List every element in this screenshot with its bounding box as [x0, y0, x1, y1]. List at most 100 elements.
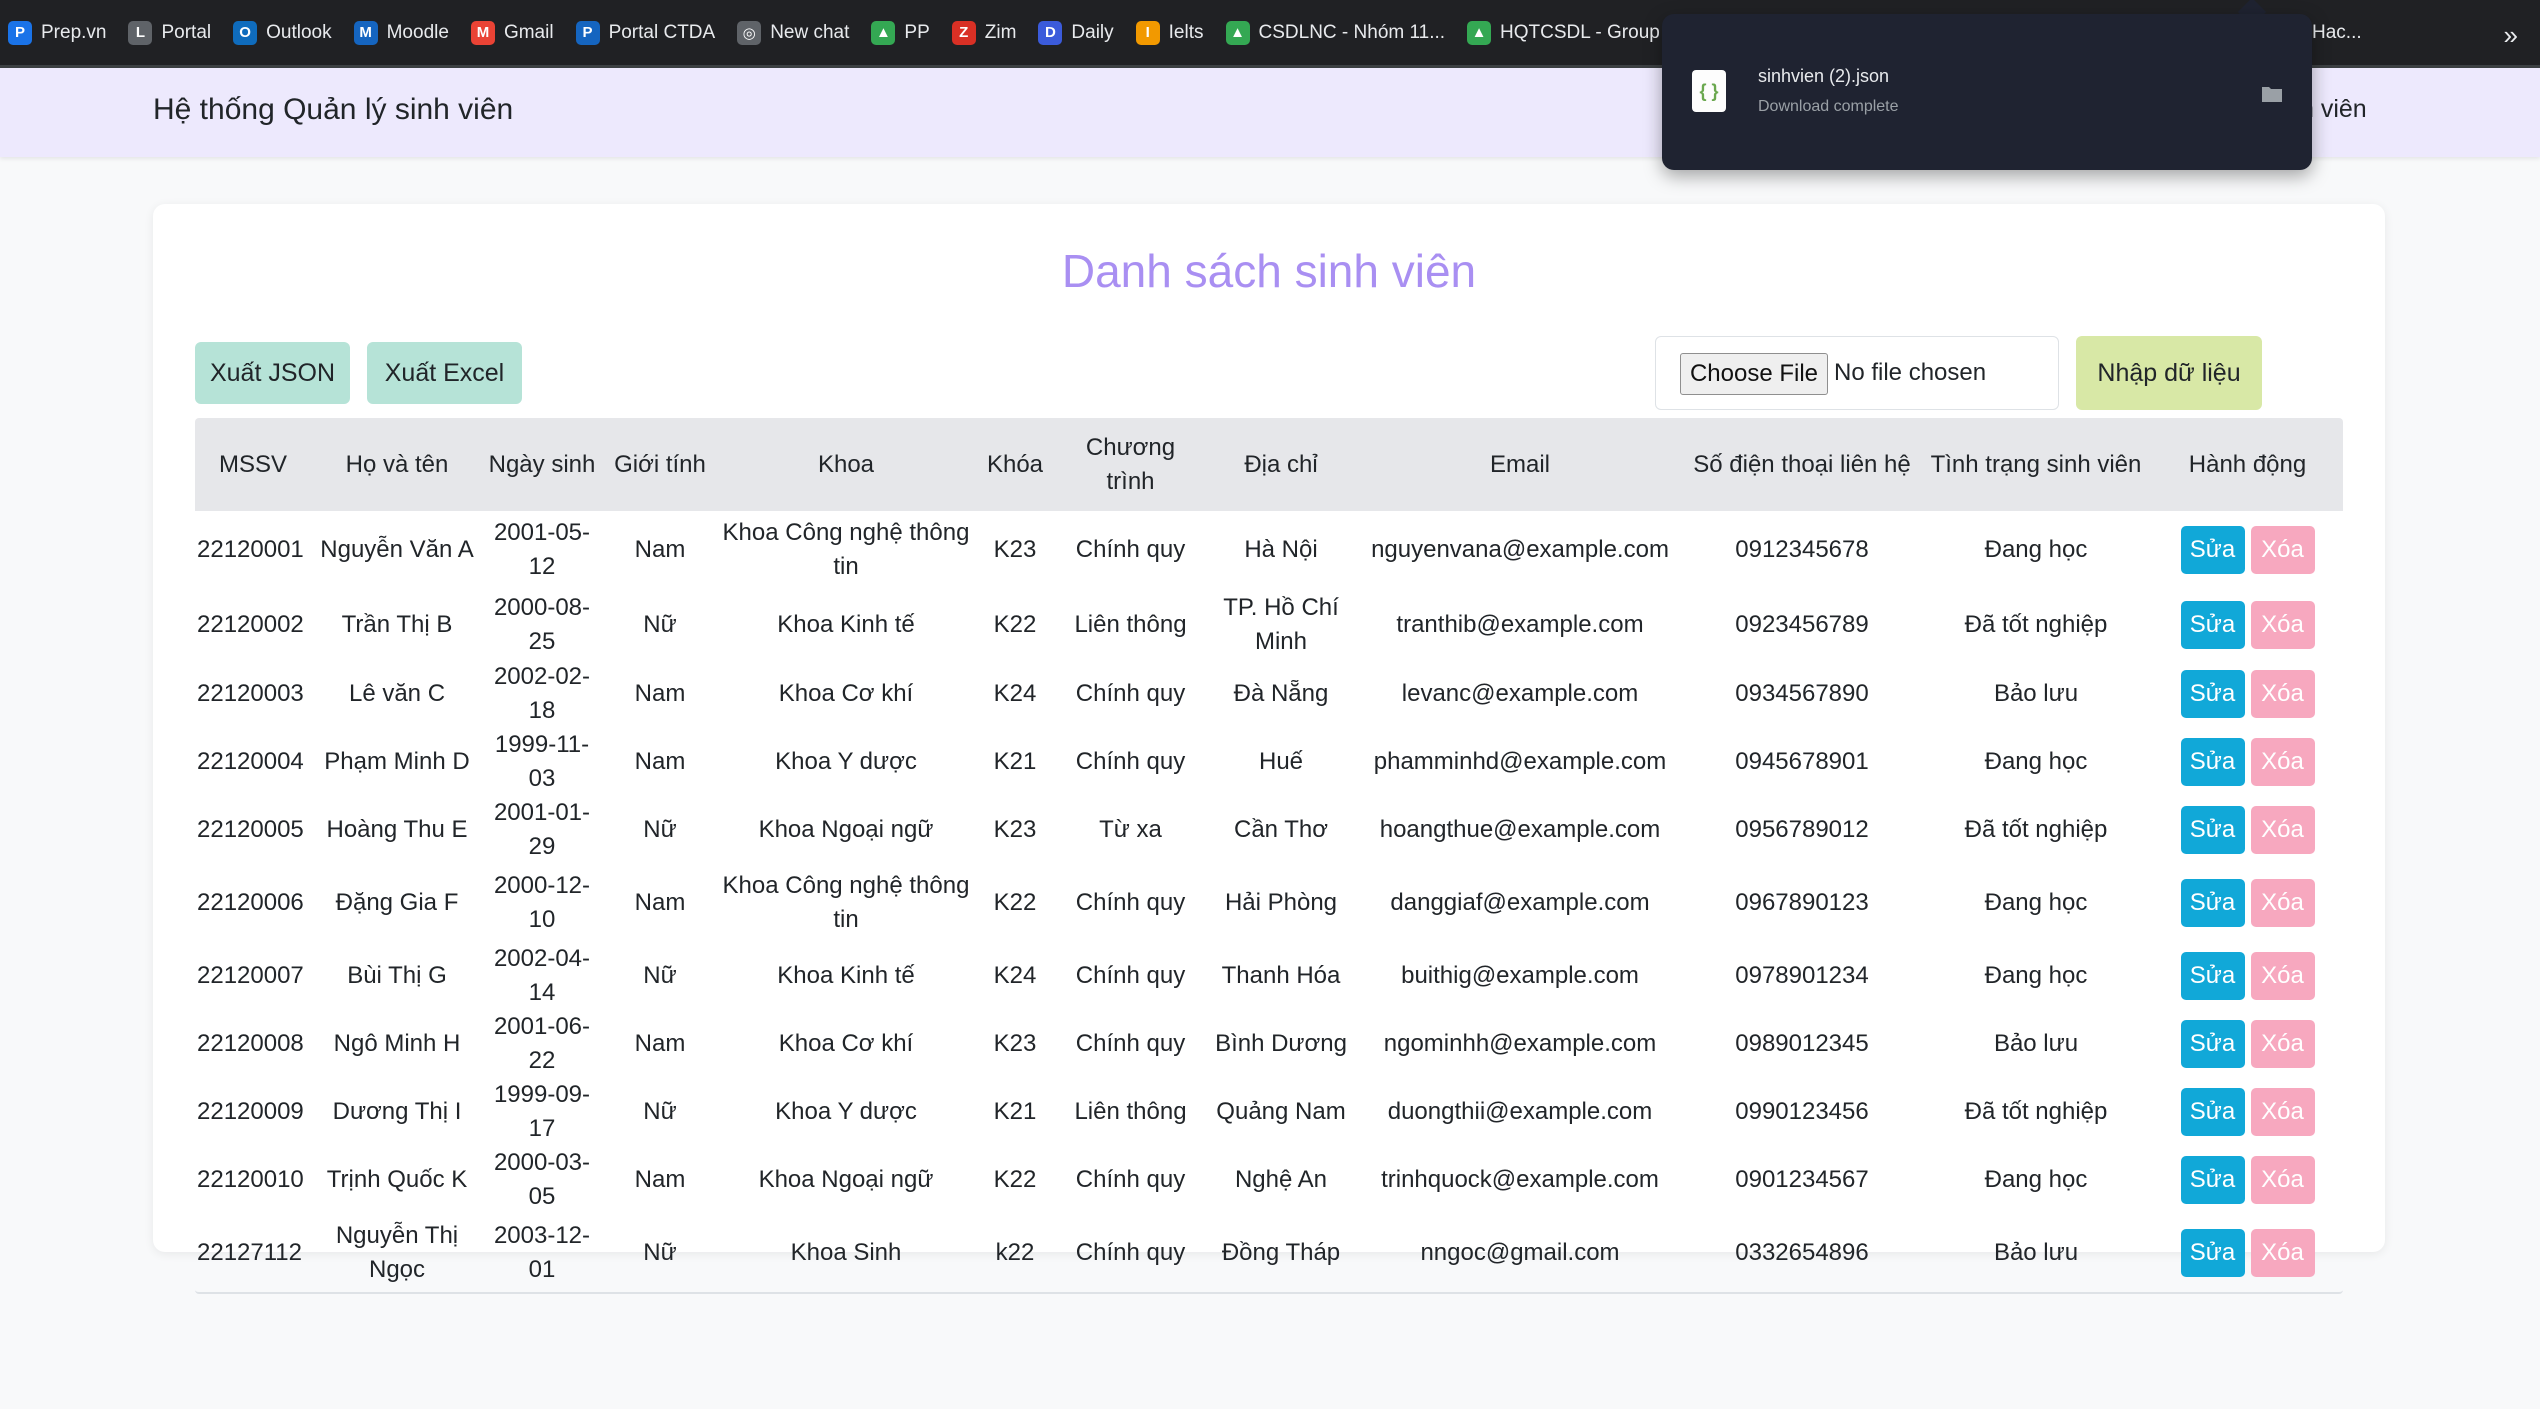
cell-phone: 0912345678 [1735, 536, 1869, 563]
cell-name: Nguyễn Văn A [320, 536, 474, 563]
row-actions: Sửa Xóa [2156, 738, 2339, 786]
bookmark-item[interactable]: P Prep.vn [8, 20, 106, 45]
edit-button[interactable]: Sửa [2180, 879, 2245, 927]
cell-actions: Sửa Xóa [2152, 796, 2343, 864]
edit-button[interactable]: Sửa [2180, 952, 2245, 1000]
cell-phone: 0956789012 [1735, 816, 1869, 843]
cell-email: duongthii@example.com [1387, 1098, 1653, 1125]
cell-faculty: Khoa Công nghệ thông tin [722, 519, 970, 580]
cell-dob: 2001-06-22 [493, 1013, 591, 1074]
edit-button[interactable]: Sửa [2180, 526, 2245, 574]
cell-address: Đồng Tháp [1221, 1239, 1341, 1266]
bookmark-item[interactable]: ◎ New chat [737, 20, 849, 45]
cell-dob: 2000-08-25 [493, 593, 591, 655]
bookmark-item[interactable]: L Portal [128, 20, 212, 45]
bookmark-favicon-icon: P [8, 20, 32, 45]
bookmark-item[interactable]: ▲ CSDLNC - Nhóm 11... [1225, 20, 1445, 45]
file-input[interactable]: Choose File No file chosen [1655, 336, 2059, 410]
cell-status: Đã tốt nghiệp [1964, 610, 2108, 638]
download-filename[interactable]: sinhvien (2).json [1758, 66, 1889, 87]
bookmark-item[interactable]: M Moodle [353, 20, 449, 45]
delete-button[interactable]: Xóa [2250, 1020, 2315, 1068]
cell-phone: 0978901234 [1735, 962, 1869, 989]
edit-button[interactable]: Sửa [2180, 738, 2245, 786]
cell-mssv: 22120005 [197, 816, 304, 843]
cell-name: Bùi Thị G [347, 962, 447, 989]
cell-status: Đã tốt nghiệp [1964, 1098, 2108, 1125]
delete-button[interactable]: Xóa [2250, 879, 2315, 927]
delete-button[interactable]: Xóa [2250, 738, 2315, 786]
bookmark-item[interactable]: ▲ PP [871, 20, 930, 45]
bookmark-favicon-icon: I [1135, 20, 1160, 45]
delete-button[interactable]: Xóa [2250, 1088, 2315, 1136]
edit-button[interactable]: Sửa [2180, 1088, 2245, 1136]
cell-status: Đang học [1984, 536, 2088, 563]
cell-faculty: Khoa Cơ khí [778, 680, 914, 707]
delete-button[interactable]: Xóa [2250, 526, 2315, 574]
cell-mssv: 22127112 [197, 1239, 302, 1266]
cell-program: Chính quy [1075, 748, 1186, 775]
cell-mssv: 22120002 [197, 610, 304, 638]
delete-button[interactable]: Xóa [2250, 1156, 2315, 1204]
cell-program: Chính quy [1075, 536, 1186, 563]
delete-button[interactable]: Xóa [2250, 806, 2315, 854]
bookmark-label: Portal [161, 21, 212, 43]
delete-button[interactable]: Xóa [2250, 1229, 2315, 1277]
cell-cohort: K24 [993, 962, 1037, 989]
cell-phone: 0945678901 [1735, 748, 1869, 775]
bookmark-item[interactable]: M Gmail [470, 20, 554, 45]
edit-button[interactable]: Sửa [2180, 670, 2245, 718]
cell-faculty: Khoa Ngoại ngữ [758, 816, 934, 843]
bookmark-item[interactable]: O Outlook [233, 20, 332, 45]
cell-status: Đang học [1984, 962, 2088, 989]
cell-cohort: K21 [993, 748, 1037, 775]
cell-cohort: K22 [993, 889, 1037, 916]
bookmark-item[interactable]: D Daily [1038, 20, 1114, 45]
bookmark-item[interactable]: Z Zim [951, 20, 1016, 45]
export-excel-button[interactable]: Xuất Excel [367, 342, 522, 404]
column-header: Chương trình [1085, 433, 1176, 495]
bookmarks-more-icon[interactable]: » [2504, 20, 2518, 51]
delete-button[interactable]: Xóa [2250, 952, 2315, 1000]
bookmark-overflow-label[interactable]: Hac... [2312, 22, 2362, 44]
edit-button[interactable]: Sửa [2180, 600, 2245, 649]
edit-button[interactable]: Sửa [2180, 1020, 2245, 1068]
row-actions: Sửa Xóa [2156, 879, 2339, 927]
cell-faculty: Khoa Y dược [775, 748, 917, 775]
row-actions: Sửa Xóa [2156, 670, 2339, 718]
delete-button[interactable]: Xóa [2250, 670, 2315, 718]
bookmark-item[interactable]: I Ielts [1135, 20, 1204, 45]
cell-actions: Sửa Xóa [2152, 660, 2343, 728]
table-row: 22120004 Phạm Minh D 1999-11-03 Nam Khoa Y d… [195, 728, 2343, 796]
table-row: 22120008 Ngô Minh H 2001-06-22 Nam Khoa Cơ k… [195, 1010, 2343, 1078]
edit-button[interactable]: Sửa [2180, 806, 2245, 854]
cell-program: Chính quy [1075, 962, 1186, 989]
cell-program: Chính quy [1075, 680, 1186, 707]
choose-file-button[interactable]: Choose File [1680, 353, 1828, 395]
table-row: 22120005 Hoàng Thu E 2001-01-29 Nữ Khoa Ngoạ… [195, 796, 2343, 864]
cell-cohort: K22 [993, 610, 1037, 638]
bookmark-item[interactable]: ▲ HQTCSDL - Group 3... [1467, 20, 1692, 45]
edit-button[interactable]: Sửa [2180, 1229, 2245, 1277]
brand-title[interactable]: Hệ thống Quản lý sinh viên [153, 93, 513, 127]
cell-dob: 1999-09-17 [493, 1081, 591, 1142]
row-actions: Sửa Xóa [2156, 1229, 2339, 1277]
cell-actions: Sửa Xóa [2152, 728, 2343, 796]
export-json-button[interactable]: Xuất JSON [195, 342, 350, 404]
bookmark-item[interactable]: P Portal CTDA [575, 20, 715, 45]
student-table: MSSV Họ và tên Ngày sinh Giới tính Khoa Khóa C… [195, 418, 2343, 1294]
bookmark-label: Ielts [1168, 21, 1204, 43]
folder-icon[interactable] [2260, 84, 2284, 104]
bookmark-label: Daily [1071, 21, 1114, 43]
edit-button[interactable]: Sửa [2180, 1156, 2245, 1204]
row-actions: Sửa Xóa [2156, 952, 2339, 1000]
cell-actions: Sửa Xóa [2152, 589, 2343, 660]
cell-gender: Nam [634, 680, 686, 707]
import-data-button[interactable]: Nhập dữ liệu [2076, 336, 2262, 410]
cell-mssv: 22120006 [197, 889, 304, 916]
cell-email: trinhquock@example.com [1381, 1166, 1659, 1193]
delete-button[interactable]: Xóa [2250, 600, 2315, 649]
row-actions: Sửa Xóa [2156, 600, 2339, 649]
table-row: 22120002 Trần Thị B 2000-08-25 Nữ Khoa Kinh … [195, 589, 2343, 660]
cell-phone: 0923456789 [1735, 610, 1869, 638]
